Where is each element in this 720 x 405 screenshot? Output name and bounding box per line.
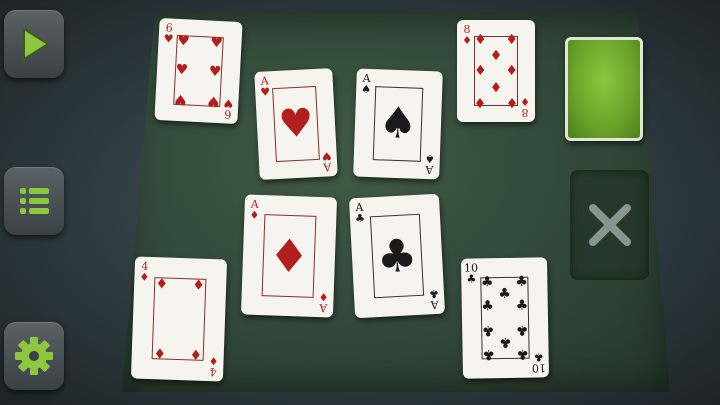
discard-slot[interactable] [570, 170, 649, 280]
deck-card-back[interactable] [565, 37, 643, 141]
card-A-hearts[interactable]: A ♥ A ♥ ♥ [254, 68, 338, 180]
card-A-spades[interactable]: A ♠ A ♠ ♠ [353, 68, 443, 180]
card-suit-symbol: ♦ [462, 34, 472, 47]
card-corner-index: A ♥ [257, 74, 272, 99]
pip: ♣ [515, 321, 529, 338]
pip: ♥ [176, 33, 191, 50]
card-suit-symbol: ♣ [466, 272, 477, 286]
center-pip: ♠ [377, 97, 419, 150]
card-suit-symbol: ♦ [318, 290, 329, 304]
pip: ♣ [481, 298, 495, 315]
card-corner-index: A ♦ [316, 290, 331, 315]
card-suit-symbol: ♦ [208, 354, 219, 368]
pip: ♥ [173, 90, 188, 107]
pip: ♦ [505, 93, 518, 110]
card-corner-index: 6 ♥ [221, 96, 236, 121]
card-corner-index: 8 ♦ [518, 95, 532, 119]
card-corner-index: 6 ♥ [161, 21, 176, 46]
pip: ♦ [489, 78, 503, 95]
card-A-diamonds[interactable]: A ♦ A ♦ ♦ [240, 194, 338, 318]
card-suit-symbol: ♥ [260, 85, 271, 99]
center-pip: ♣ [375, 228, 419, 284]
card-10-clubs[interactable]: 10 ♣ 10 ♣ ♣ ♣ ♣ ♣ ♣ ♣ ♣ ♣ ♣ ♣ [460, 257, 550, 379]
card-suit-symbol: ♦ [249, 208, 260, 222]
card-8-diamonds[interactable]: 8 ♦ 8 ♦ ♦ ♦ ♦ ♦ ♦ ♦ ♦ ♦ [457, 20, 535, 122]
card-corner-index: 10 ♣ [464, 261, 478, 286]
pip: ♣ [515, 273, 528, 290]
card-6-hearts[interactable]: 6 ♥ 6 ♥ ♥ ♥ ♥ ♥ ♥ ♥ [154, 17, 243, 125]
pip: ♣ [482, 346, 495, 363]
list-icon [20, 188, 49, 214]
card-suit-symbol: ♣ [354, 211, 366, 226]
pip: ♦ [192, 277, 206, 294]
card-corner-index: A ♣ [427, 286, 442, 312]
pip: ♣ [481, 322, 495, 339]
pip: ♦ [474, 93, 487, 110]
pip: ♣ [480, 274, 494, 291]
pip: ♣ [498, 285, 512, 303]
card-rank: A [430, 297, 439, 312]
card-A-clubs[interactable]: A ♣ A ♣ ♣ [348, 193, 446, 319]
pip: ♦ [474, 32, 487, 49]
card-corner-index: 4 ♦ [206, 354, 221, 379]
play-button[interactable] [4, 10, 64, 78]
card-rank: A [425, 162, 434, 177]
pip: ♣ [498, 333, 512, 351]
pip: ♦ [489, 47, 503, 64]
pip: ♦ [505, 32, 518, 49]
card-suit-symbol: ♥ [223, 96, 234, 110]
pip: ♣ [515, 297, 529, 314]
card-rank: 8 [521, 106, 529, 119]
pip: ♦ [505, 63, 518, 79]
card-suit-symbol: ♦ [139, 270, 150, 284]
card-suit-symbol: ♦ [520, 95, 530, 108]
pip: ♦ [155, 275, 169, 293]
menu-button[interactable] [4, 167, 64, 235]
pip: ♦ [189, 345, 203, 362]
pip: ♥ [175, 61, 189, 79]
settings-button[interactable] [4, 322, 64, 390]
card-rank: A [319, 301, 328, 315]
close-icon [588, 204, 631, 246]
card-rank: 4 [209, 365, 217, 379]
pip: ♥ [208, 63, 222, 81]
center-pip: ♥ [277, 100, 315, 148]
card-corner-index: 10 ♣ [531, 350, 546, 375]
center-pip: ♦ [267, 228, 311, 284]
card-corner-index: A ♥ [319, 149, 334, 174]
card-suit-symbol: ♣ [428, 286, 440, 301]
card-suit-symbol: ♠ [424, 151, 435, 166]
card-suit-symbol: ♥ [163, 32, 174, 46]
card-rank: 10 [531, 361, 546, 375]
card-corner-index: 4 ♦ [137, 260, 152, 284]
sidebar [0, 0, 70, 405]
card-corner-index: A ♣ [352, 201, 367, 226]
card-corner-index: A ♦ [247, 198, 262, 222]
card-rank: 6 [223, 107, 232, 121]
pip: ♦ [152, 344, 166, 361]
gear-icon [15, 337, 53, 375]
pip: ♣ [516, 345, 530, 362]
card-suit-symbol: ♣ [533, 350, 544, 364]
card-suit-symbol: ♥ [321, 149, 332, 163]
play-icon [23, 27, 50, 61]
pip: ♥ [206, 92, 221, 109]
card-suit-symbol: ♠ [361, 82, 372, 97]
card-4-diamonds[interactable]: 4 ♦ 4 ♦ ♦ ♦ ♦ ♦ [130, 256, 228, 382]
card-rank: A [322, 160, 332, 174]
pip: ♥ [209, 35, 224, 52]
card-corner-index: A ♠ [422, 151, 437, 177]
pip: ♦ [474, 63, 487, 79]
card-corner-index: A ♠ [359, 72, 374, 97]
card-corner-index: 8 ♦ [460, 24, 474, 46]
